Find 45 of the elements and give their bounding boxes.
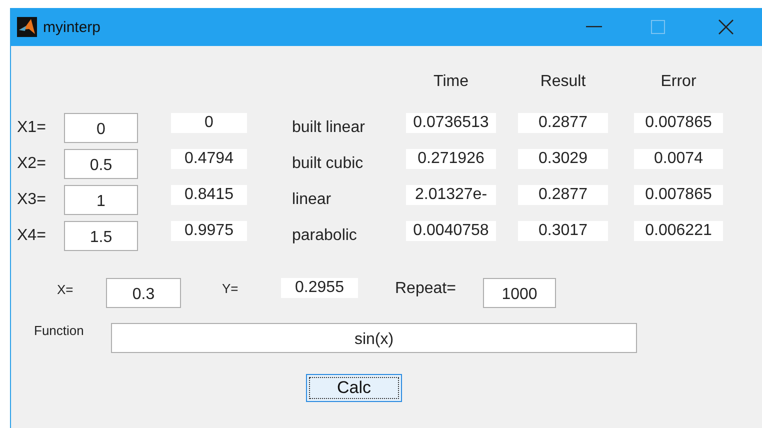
function-label: Function	[34, 323, 85, 338]
time-value: 0.0040758	[406, 221, 496, 241]
x-label: X=	[57, 282, 74, 297]
close-icon	[718, 19, 734, 35]
y-value-display: 0.9975	[171, 221, 247, 241]
function-input-field[interactable]: sin(x)	[111, 323, 637, 353]
point-label: X1=	[17, 119, 47, 137]
repeat-input-field[interactable]: 1000	[483, 278, 556, 308]
x-input-field[interactable]: 0.5	[64, 149, 138, 179]
y-value-display: 0.8415	[171, 185, 247, 205]
app-logo-icon	[17, 17, 37, 37]
result-value: 0.2877	[518, 113, 608, 133]
result-value: 0.3029	[518, 149, 608, 169]
error-value: 0.007865	[634, 113, 723, 133]
time-value: 0.271926	[406, 149, 496, 169]
time-value: 0.0736513	[406, 113, 496, 133]
method-label: built linear	[291, 119, 366, 137]
column-header: Error	[660, 73, 698, 91]
error-value: 0.006221	[634, 221, 723, 241]
window-title: myinterp	[43, 18, 102, 36]
y-value-display: 0	[171, 113, 247, 133]
y-value-display: 0.2955	[281, 278, 358, 298]
point-label: X2=	[17, 155, 47, 173]
method-label: built cubic	[291, 155, 364, 173]
x-input-field[interactable]: 0.3	[106, 278, 181, 308]
error-value: 0.0074	[634, 149, 723, 169]
x-input-field[interactable]: 1	[64, 185, 138, 215]
point-label: X3=	[17, 191, 47, 209]
method-label: linear	[291, 191, 332, 209]
repeat-label: Repeat=	[395, 280, 457, 298]
y-value-display: 0.4794	[171, 149, 247, 169]
x-input-field[interactable]: 0	[64, 113, 138, 143]
y-label: Y=	[222, 281, 240, 296]
column-header: Time	[432, 73, 470, 91]
column-header: Result	[539, 73, 587, 91]
x-input-field[interactable]: 1.5	[64, 221, 138, 251]
method-label: parabolic	[291, 227, 358, 245]
minimize-icon	[586, 26, 602, 28]
result-value: 0.2877	[518, 185, 608, 205]
maximize-icon	[651, 20, 665, 34]
calc-button[interactable]: Calc	[306, 374, 402, 402]
error-value: 0.007865	[634, 185, 723, 205]
point-label: X4=	[17, 227, 47, 245]
time-value: 2.01327e-	[406, 185, 496, 205]
result-value: 0.3017	[518, 221, 608, 241]
